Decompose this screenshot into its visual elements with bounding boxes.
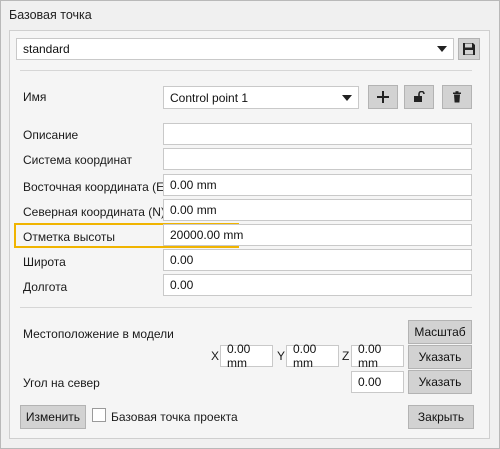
chevron-down-icon bbox=[437, 46, 447, 52]
close-button[interactable]: Закрыть bbox=[408, 405, 474, 429]
easting-field[interactable]: 0.00 mm bbox=[163, 174, 472, 196]
floppy-disk-icon bbox=[463, 43, 475, 55]
y-coord-field[interactable]: 0.00 mm bbox=[286, 342, 339, 370]
add-point-button[interactable] bbox=[368, 85, 398, 109]
unlock-button[interactable] bbox=[404, 85, 434, 109]
x-coord-field[interactable]: 0.00 mm bbox=[220, 342, 273, 370]
trash-icon bbox=[453, 91, 461, 103]
unlock-icon bbox=[414, 91, 425, 102]
section-divider bbox=[20, 70, 472, 71]
latitude-field[interactable]: 0.00 bbox=[163, 249, 472, 271]
dialog-title: Базовая точка bbox=[9, 8, 92, 22]
pick-north-button[interactable]: Указать bbox=[408, 370, 472, 394]
name-select-value: Control point 1 bbox=[170, 90, 249, 105]
elevation-field[interactable]: 20000.00 mm bbox=[163, 224, 472, 246]
latitude-label: Широта bbox=[23, 255, 66, 269]
x-coord-label: X bbox=[211, 349, 220, 363]
scale-button[interactable]: Масштаб bbox=[408, 320, 472, 344]
plus-icon bbox=[377, 91, 389, 103]
pick-location-button[interactable]: Указать bbox=[408, 345, 472, 369]
y-coord-label: Y bbox=[277, 349, 286, 363]
coordinate-system-field[interactable] bbox=[163, 148, 472, 170]
coordinate-system-label: Система координат bbox=[23, 153, 133, 167]
northing-label: Северная координата (N) bbox=[23, 205, 165, 219]
longitude-label: Долгота bbox=[23, 280, 68, 294]
northing-field[interactable]: 0.00 mm bbox=[163, 199, 472, 221]
north-angle-field[interactable]: 0.00 bbox=[351, 371, 404, 393]
easting-label: Восточная координата (E) bbox=[23, 180, 169, 194]
name-label: Имя bbox=[23, 90, 47, 104]
z-coord-label: Z bbox=[342, 349, 350, 363]
elevation-label: Отметка высоты bbox=[23, 230, 116, 244]
name-select[interactable]: Control point 1 bbox=[163, 86, 359, 109]
chevron-down-icon bbox=[342, 94, 352, 101]
modify-button[interactable]: Изменить bbox=[20, 405, 86, 429]
north-angle-label: Угол на север bbox=[23, 376, 100, 390]
delete-point-button[interactable] bbox=[442, 85, 472, 109]
preset-select-value: standard bbox=[23, 42, 70, 56]
project-base-point-label: Базовая точка проекта bbox=[111, 410, 238, 424]
section-divider bbox=[20, 307, 472, 308]
model-location-label: Местоположение в модели bbox=[23, 327, 174, 341]
save-preset-button[interactable] bbox=[458, 38, 480, 60]
z-coord-field[interactable]: 0.00 mm bbox=[351, 342, 404, 370]
description-field[interactable] bbox=[163, 123, 472, 145]
description-label: Описание bbox=[23, 128, 79, 142]
preset-select[interactable]: standard bbox=[16, 38, 454, 60]
longitude-field[interactable]: 0.00 bbox=[163, 274, 472, 296]
project-base-point-checkbox[interactable] bbox=[92, 408, 106, 422]
